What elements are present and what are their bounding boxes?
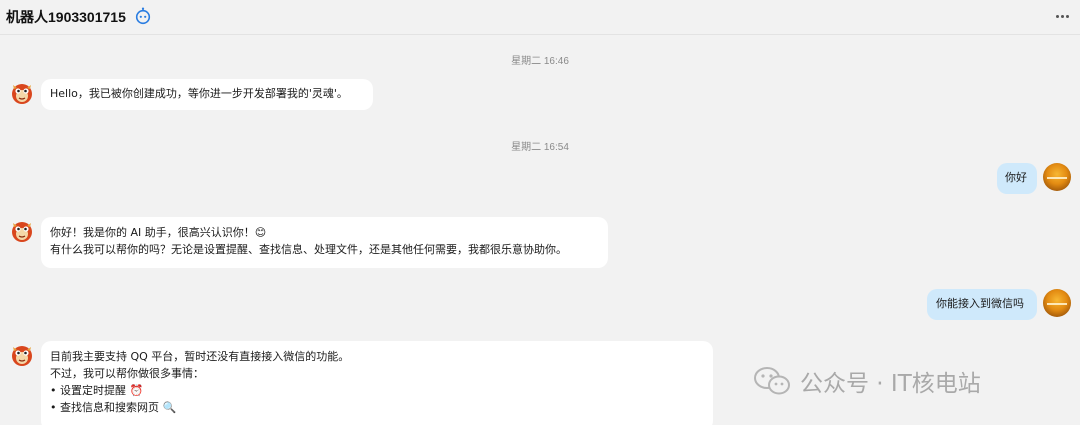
chat-header: 机器人1903301715 (0, 0, 1080, 35)
message-text: 不过，我可以帮你做很多事情： (50, 367, 204, 380)
user-message: 你好 (997, 163, 1037, 194)
list-item: 设置定时提醒 ⏰ (50, 382, 704, 399)
bot-avatar[interactable] (8, 217, 36, 245)
bot-avatar[interactable] (8, 79, 36, 107)
user-avatar[interactable] (1043, 163, 1071, 191)
more-options-button[interactable] (1052, 6, 1072, 26)
user-message: 你能接入到微信吗 (927, 289, 1037, 320)
bot-avatar[interactable] (8, 341, 36, 369)
list-item: 查找信息和搜索网页 🔍 (50, 399, 704, 416)
watermark-text: 公众号 · IT核电站 (800, 371, 981, 397)
robot-icon[interactable] (134, 7, 152, 25)
message-text: 你好 (1005, 171, 1027, 184)
bot-message: Hello，我已被你创建成功，等你进一步开发部署我的'灵魂'。 (41, 79, 373, 110)
watermark: 公众号 · IT核电站 (752, 364, 981, 398)
chat-title: 机器人1903301715 (6, 9, 126, 25)
more-horizontal-icon (1055, 14, 1059, 18)
message-text: 你好！我是你的 AI 助手，很高兴认识你！😊 (50, 226, 267, 239)
bot-message: 目前我主要支持 QQ 平台，暂时还没有直接接入微信的功能。 不过，我可以帮你做很… (41, 341, 713, 425)
timestamp: 星期二 16:46 (511, 56, 569, 67)
message-text: 你能接入到微信吗 (936, 297, 1024, 310)
message-text: Hello，我已被你创建成功，等你进一步开发部署我的'灵魂'。 (50, 87, 348, 100)
message-text: 目前我主要支持 QQ 平台，暂时还没有直接接入微信的功能。 (50, 350, 350, 363)
user-avatar[interactable] (1043, 289, 1071, 317)
message-text: 有什么我可以帮你的吗？无论是设置提醒、查找信息、处理文件，还是其他任何需要，我都… (50, 243, 567, 256)
wechat-icon (754, 367, 790, 395)
bot-message: 你好！我是你的 AI 助手，很高兴认识你！😊 有什么我可以帮你的吗？无论是设置提… (41, 217, 608, 268)
timestamp: 星期二 16:54 (511, 142, 569, 153)
